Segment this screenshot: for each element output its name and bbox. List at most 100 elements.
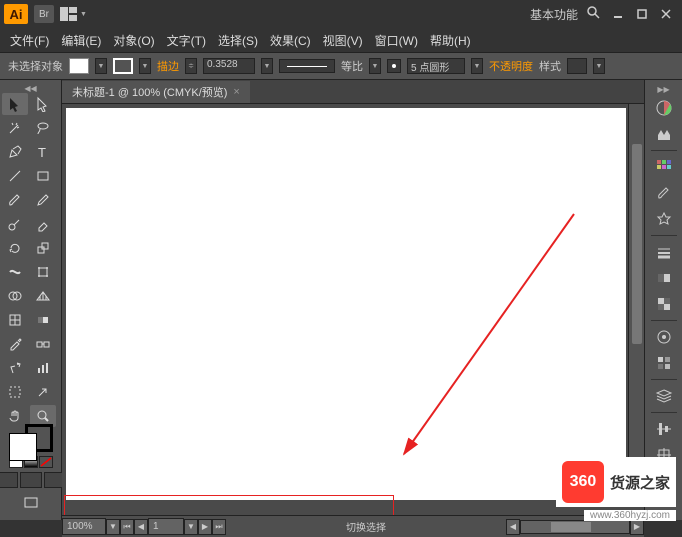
first-artboard-button[interactable]: ⏮ (120, 519, 134, 535)
column-graph-tool[interactable] (30, 357, 56, 379)
swatches-panel-icon[interactable] (650, 155, 678, 179)
menu-help[interactable]: 帮助(H) (424, 30, 477, 51)
blend-tool[interactable] (30, 333, 56, 355)
free-transform-tool[interactable] (30, 261, 56, 283)
document-tab[interactable]: 未标题-1 @ 100% (CMYK/预览) × (62, 81, 250, 103)
watermark: 360 货源之家 (556, 457, 676, 507)
style-swatch[interactable] (567, 58, 587, 74)
fill-swatch[interactable] (69, 58, 89, 74)
opacity-label[interactable]: 不透明度 (489, 58, 533, 74)
mesh-tool[interactable] (2, 309, 28, 331)
appearance-panel-icon[interactable] (650, 325, 678, 349)
uniform-dropdown[interactable]: ▼ (369, 58, 381, 74)
brushes-panel-icon[interactable] (650, 181, 678, 205)
control-bar: 未选择对象 ▼ ▼ 描边 ≑ 0.3528 ▼ 等比 ▼ 5 点圆形 ▼ 不透明… (0, 52, 682, 80)
profile-dropdown[interactable]: ▼ (471, 58, 483, 74)
weight-dropdown[interactable]: ▼ (261, 58, 273, 74)
scale-tool[interactable] (30, 237, 56, 259)
vertical-scrollbar[interactable] (628, 104, 644, 504)
stroke-panel-icon[interactable] (650, 240, 678, 264)
paintbrush-tool[interactable] (2, 189, 28, 211)
menu-select[interactable]: 选择(S) (212, 30, 264, 51)
symbols-panel-icon[interactable] (650, 207, 678, 231)
menu-window[interactable]: 窗口(W) (369, 30, 424, 51)
eyedropper-tool[interactable] (2, 333, 28, 355)
svg-text:T: T (38, 145, 46, 160)
main-area: ◀◀ T (0, 80, 682, 520)
transparency-panel-icon[interactable] (650, 292, 678, 316)
lasso-tool[interactable] (30, 117, 56, 139)
screen-mode-button[interactable] (18, 492, 44, 514)
workspace-switcher[interactable]: 基本功能 (522, 3, 586, 26)
rectangle-tool[interactable] (30, 165, 56, 187)
weight-stepper[interactable]: ≑ (185, 58, 197, 74)
eraser-tool[interactable] (30, 213, 56, 235)
align-panel-icon[interactable] (650, 417, 678, 441)
horizontal-scrollbar[interactable] (520, 520, 630, 534)
bridge-icon[interactable]: Br (34, 5, 54, 23)
fill-stroke-indicator[interactable] (9, 433, 53, 452)
menu-object[interactable]: 对象(O) (107, 30, 160, 51)
close-tab-icon[interactable]: × (233, 86, 239, 98)
gradient-tool[interactable] (30, 309, 56, 331)
stroke-style-preview[interactable] (279, 59, 335, 73)
width-tool[interactable] (2, 261, 28, 283)
selection-indicator: 未选择对象 (8, 58, 63, 74)
artboard-number-input[interactable]: 1 (148, 518, 184, 535)
fill-dropdown[interactable]: ▼ (95, 58, 107, 74)
menu-type[interactable]: 文字(T) (161, 30, 212, 51)
artboard-tool[interactable] (2, 381, 28, 403)
hscroll-left[interactable]: ◀ (506, 519, 520, 535)
color-guide-panel-icon[interactable] (650, 122, 678, 146)
brush-dot-icon[interactable] (387, 59, 401, 73)
panel-collapse-icon[interactable]: ▶▶ (657, 84, 669, 94)
next-artboard-button[interactable]: ▶ (198, 519, 212, 535)
blob-brush-tool[interactable] (2, 213, 28, 235)
menu-view[interactable]: 视图(V) (317, 30, 369, 51)
artboard[interactable] (66, 108, 626, 500)
pen-tool[interactable] (2, 141, 28, 163)
menu-edit[interactable]: 编辑(E) (55, 30, 107, 51)
color-panel-icon[interactable] (650, 96, 678, 120)
menu-file[interactable]: 文件(F) (4, 30, 55, 51)
rotate-tool[interactable] (2, 237, 28, 259)
tools-collapse-icon[interactable]: ◀◀ (2, 84, 59, 93)
search-icon[interactable] (586, 5, 606, 24)
perspective-grid-tool[interactable] (30, 285, 56, 307)
symbol-sprayer-tool[interactable] (2, 357, 28, 379)
profile-select[interactable]: 5 点圆形 (407, 58, 465, 74)
magic-wand-tool[interactable] (2, 117, 28, 139)
artboard-dropdown[interactable]: ▼ (184, 519, 198, 535)
maximize-button[interactable] (630, 4, 654, 24)
stroke-dropdown[interactable]: ▼ (139, 58, 151, 74)
minimize-button[interactable] (606, 4, 630, 24)
graphic-styles-panel-icon[interactable] (650, 351, 678, 375)
draw-behind[interactable] (20, 472, 42, 488)
line-tool[interactable] (2, 165, 28, 187)
fill-color-box[interactable] (9, 433, 37, 461)
stroke-weight-input[interactable]: 0.3528 (203, 58, 255, 74)
menu-effect[interactable]: 效果(C) (264, 30, 317, 51)
color-mode-none[interactable] (39, 456, 53, 468)
status-info[interactable]: 切换选择 (226, 519, 506, 534)
arrange-documents-icon[interactable]: ▼ (60, 5, 88, 23)
zoom-level-input[interactable]: 100% (62, 518, 106, 535)
stroke-label[interactable]: 描边 (157, 58, 179, 74)
prev-artboard-button[interactable]: ◀ (134, 519, 148, 535)
draw-normal[interactable] (0, 472, 18, 488)
gradient-panel-icon[interactable] (650, 266, 678, 290)
zoom-dropdown[interactable]: ▼ (106, 519, 120, 535)
uniform-label: 等比 (341, 58, 363, 74)
last-artboard-button[interactable]: ⏭ (212, 519, 226, 535)
close-button[interactable] (654, 4, 678, 24)
direct-selection-tool[interactable] (30, 93, 56, 115)
slice-tool[interactable] (30, 381, 56, 403)
selection-tool[interactable] (2, 93, 28, 115)
shape-builder-tool[interactable] (2, 285, 28, 307)
stroke-swatch[interactable] (113, 58, 133, 74)
pencil-tool[interactable] (30, 189, 56, 211)
layers-panel-icon[interactable] (650, 384, 678, 408)
style-label: 样式 (539, 58, 561, 74)
type-tool[interactable]: T (30, 141, 56, 163)
style-dropdown[interactable]: ▼ (593, 58, 605, 74)
